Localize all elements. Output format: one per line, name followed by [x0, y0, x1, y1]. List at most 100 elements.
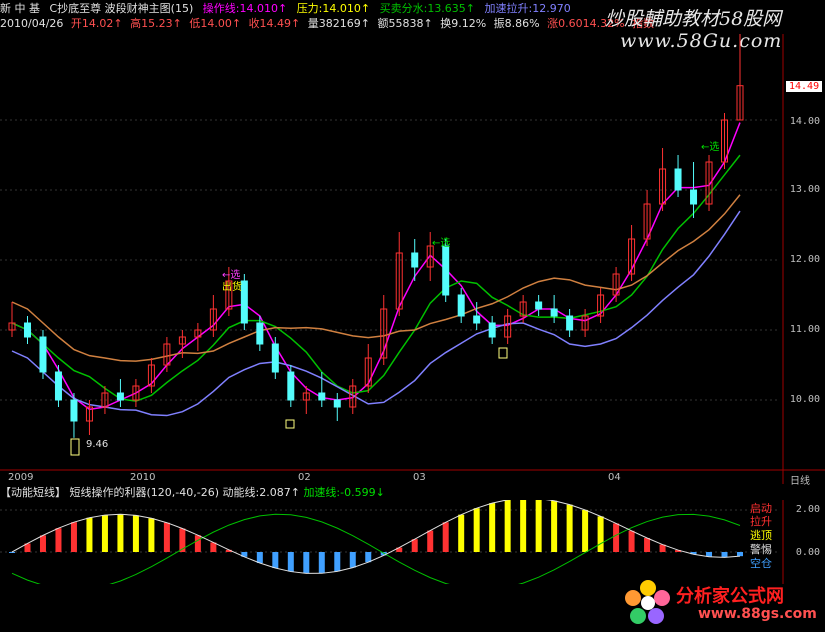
date-tick-apr: 04 — [608, 472, 621, 483]
momentum-bar — [535, 500, 542, 552]
momentum-bar — [55, 528, 62, 552]
momentum-bar — [566, 504, 573, 552]
candle-body — [318, 392, 326, 401]
momentum-bar — [737, 552, 743, 557]
candle-body — [535, 301, 543, 310]
flower-logo-icon — [625, 580, 670, 624]
indicator-header: 【动能短线】 短线操作的利器(120,-40,-26) 动能线:2.087↑ 加… — [0, 484, 825, 500]
indicator-chart[interactable] — [0, 500, 825, 584]
candle-body — [116, 392, 124, 401]
close-value: 收14.49↑ — [248, 17, 301, 30]
candle-body — [550, 308, 558, 317]
momentum-bar — [489, 503, 496, 552]
momentum-bar — [365, 552, 372, 563]
momentum-value: 动能线:2.087↑ — [222, 486, 300, 499]
formula-name: C抄底至尊 波段财神主图(15) — [49, 2, 194, 15]
momentum-bar — [163, 522, 170, 552]
logo-name: 分析家公式网 — [676, 586, 784, 607]
high-value: 高15.23↑ — [130, 17, 182, 30]
candle-body — [23, 322, 31, 338]
support-line — [11, 154, 741, 402]
volume-value: 量382169↑ — [307, 17, 370, 30]
candle-body — [333, 399, 341, 408]
accel-value: 加速拉升:12.970 — [484, 2, 571, 15]
momentum-bar — [101, 515, 108, 552]
pressure-value: 压力:14.010↑ — [296, 2, 371, 15]
signal-box — [285, 419, 295, 429]
momentum-bar — [504, 500, 511, 552]
candle-body — [70, 399, 78, 422]
accel-line-value: 加速线:-0.599↓ — [303, 486, 385, 499]
momentum-bar — [39, 535, 46, 552]
momentum-bar — [194, 535, 201, 552]
ind-tick-0: 0.00 — [795, 547, 820, 558]
date-tick-2009: 2009 — [8, 472, 34, 483]
candle-body — [473, 315, 481, 324]
momentum-bar — [334, 552, 341, 572]
momentum-bar — [458, 514, 465, 552]
momentum-bar — [256, 552, 263, 564]
op-line-value: 操作线:14.010↑ — [202, 2, 288, 15]
low-signal-box — [70, 438, 80, 456]
candle-body — [240, 280, 248, 324]
momentum-bar — [628, 530, 635, 552]
momentum-bar — [582, 509, 589, 552]
turnover-value: 换9.12% — [440, 17, 487, 30]
momentum-bar — [132, 515, 139, 552]
accel-line — [11, 210, 741, 417]
momentum-bar — [442, 522, 449, 552]
momentum-bar — [148, 518, 155, 552]
low-value: 低14.00↑ — [189, 17, 242, 30]
momentum-bar — [613, 523, 620, 552]
momentum-bar — [473, 508, 480, 552]
ind-tick-2: 2.00 — [795, 504, 820, 515]
momentum-bar — [349, 552, 356, 568]
momentum-bar — [318, 552, 325, 574]
stock-name: 新 中 基 — [0, 2, 40, 15]
momentum-bar — [272, 552, 279, 569]
legend-empty: 空仓 — [750, 557, 772, 570]
candle-body — [256, 322, 264, 345]
price-tick-12: 12.00 — [789, 254, 820, 265]
price-chart[interactable] — [0, 34, 825, 484]
support-value: 买卖分水:13.635↑ — [379, 2, 476, 15]
momentum-bar — [179, 528, 186, 552]
select-signal-2: ←选 — [432, 238, 451, 249]
momentum-bar — [520, 500, 527, 552]
low-price-label: 9.46 — [86, 439, 109, 450]
indicator-name[interactable]: 【动能短线】 — [0, 486, 66, 499]
candle-body — [566, 315, 574, 331]
open-value: 开14.02↑ — [70, 17, 123, 30]
candle-body — [442, 245, 450, 296]
date-tick-feb: 02 — [298, 472, 311, 483]
pressure-line — [11, 194, 741, 362]
momentum-bar — [117, 514, 124, 552]
price-tick-14: 14.00 — [789, 116, 820, 127]
date-value: 2010/04/26 — [0, 17, 64, 30]
op-line — [11, 122, 741, 411]
price-tick-13: 13.00 — [789, 184, 820, 195]
momentum-bar — [551, 500, 558, 552]
momentum-bar — [70, 522, 77, 552]
candle-body — [674, 168, 682, 191]
candle-body — [287, 371, 295, 401]
momentum-bar — [427, 530, 434, 552]
candle-body — [488, 322, 496, 338]
momentum-bar — [303, 552, 310, 574]
candle-body — [271, 343, 279, 373]
candle-body — [411, 252, 419, 268]
momentum-bar — [597, 516, 604, 552]
watermark-title: 炒股輔助教材58股网 — [605, 8, 782, 30]
momentum-bar — [721, 552, 728, 558]
momentum-bar — [9, 552, 15, 553]
indicator-desc: 短线操作的利器(120,-40,-26) — [69, 486, 220, 499]
sell-signal: 出货 — [222, 282, 242, 293]
momentum-bar — [411, 539, 418, 552]
momentum-bar — [287, 552, 294, 572]
date-tick-2010: 2010 — [130, 472, 156, 483]
logo-url: www.88gs.com — [698, 606, 817, 622]
momentum-bar — [644, 538, 651, 552]
candle-body — [690, 189, 698, 205]
price-tick-11: 11.00 — [789, 324, 820, 335]
date-tick-mar: 03 — [413, 472, 426, 483]
